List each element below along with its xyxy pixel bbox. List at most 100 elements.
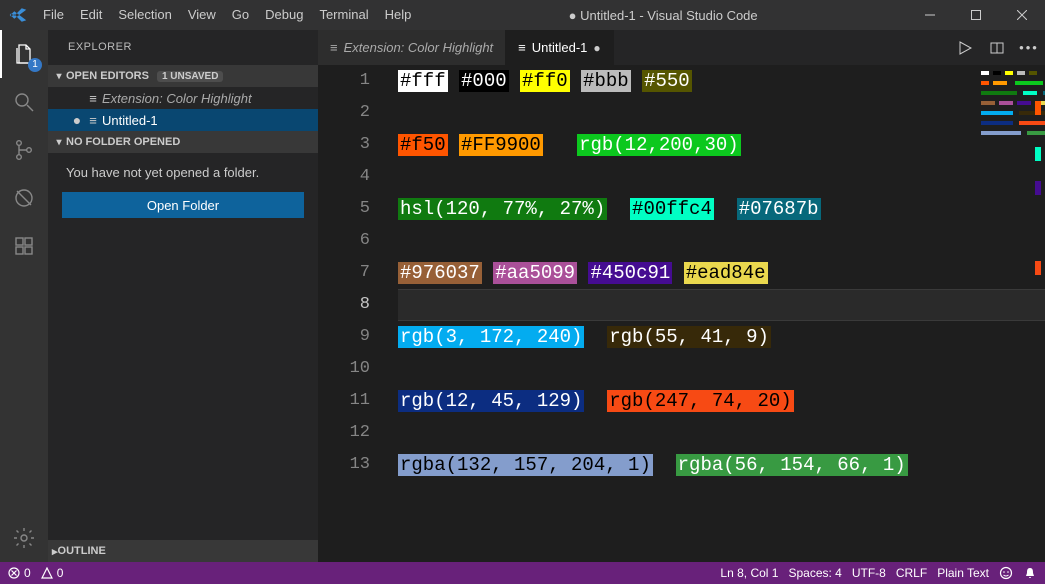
menu-edit[interactable]: Edit (72, 0, 110, 30)
open-editor-untitled[interactable]: ● ≡ Untitled-1 (48, 109, 318, 131)
search-activity[interactable] (0, 78, 48, 126)
color-token: #bbb (581, 70, 631, 92)
window-title: ● Untitled-1 - Visual Studio Code (419, 8, 907, 23)
gutter: 12345678910111213 (318, 65, 398, 562)
color-token: rgb(12,200,30) (577, 134, 741, 156)
color-token: rgb(55, 41, 9) (607, 326, 771, 348)
source-control-activity[interactable] (0, 126, 48, 174)
outline-header[interactable]: ▸ OUTLINE (48, 540, 318, 562)
tab-untitled[interactable]: ≡ Untitled-1 ● (506, 30, 613, 65)
menu-file[interactable]: File (35, 0, 72, 30)
sidebar-title: EXPLORER (48, 30, 318, 65)
statusbar: 0 0 Ln 8, Col 1 Spaces: 4 UTF-8 CRLF Pla… (0, 562, 1045, 584)
code-body[interactable]: #fff #000 #ff0 #bbb #550 #f50 #FF9900 rgb… (398, 65, 1045, 562)
run-icon[interactable] (949, 30, 981, 65)
color-token: hsl(120, 77%, 27%) (398, 198, 607, 220)
color-token: #f50 (398, 134, 448, 156)
vscode-logo (0, 6, 35, 24)
menu-go[interactable]: Go (224, 0, 257, 30)
open-editors-label: OPEN EDITORS (66, 70, 149, 82)
minimize-button[interactable] (907, 0, 953, 30)
editor-area: ≡ Extension: Color Highlight ≡ Untitled-… (318, 30, 1045, 562)
activitybar: 1 (0, 30, 48, 562)
status-errors[interactable]: 0 (8, 566, 31, 580)
sidebar: EXPLORER ▾ OPEN EDITORS 1 UNSAVED ≡ Exte… (48, 30, 318, 562)
warnings-count: 0 (57, 566, 64, 580)
open-editor-extension[interactable]: ≡ Extension: Color Highlight (48, 87, 318, 109)
tabbar: ≡ Extension: Color Highlight ≡ Untitled-… (318, 30, 1045, 65)
status-bell-icon[interactable] (1023, 566, 1037, 580)
debug-activity[interactable] (0, 174, 48, 222)
editor[interactable]: 12345678910111213 #fff #000 #ff0 #bbb #5… (318, 65, 1045, 562)
color-token: #ead84e (684, 262, 768, 284)
status-language[interactable]: Plain Text (937, 566, 989, 580)
dirty-icon: ● (593, 41, 600, 55)
maximize-button[interactable] (953, 0, 999, 30)
split-editor-icon[interactable] (981, 30, 1013, 65)
tab-extension-label: Extension: Color Highlight (344, 40, 494, 55)
code-line[interactable]: #976037 #aa5099 #450c91 #ead84e (398, 257, 1045, 289)
code-line[interactable] (398, 225, 1045, 257)
more-icon[interactable]: ••• (1013, 30, 1045, 65)
color-token: #07687b (737, 198, 821, 220)
color-token: #ff0 (520, 70, 570, 92)
no-folder-message: You have not yet opened a folder. (48, 153, 318, 192)
status-ln-col[interactable]: Ln 8, Col 1 (720, 566, 778, 580)
menu-selection[interactable]: Selection (110, 0, 179, 30)
menu-help[interactable]: Help (377, 0, 420, 30)
dirty-icon: ● (70, 112, 84, 128)
color-token: rgb(3, 172, 240) (398, 326, 584, 348)
color-token: #976037 (398, 262, 482, 284)
status-encoding[interactable]: UTF-8 (852, 566, 886, 580)
color-token: #fff (398, 70, 448, 92)
minimap[interactable] (981, 65, 1027, 562)
errors-count: 0 (24, 566, 31, 580)
titlebar: FileEditSelectionViewGoDebugTerminalHelp… (0, 0, 1045, 30)
code-line[interactable] (398, 353, 1045, 385)
code-line[interactable] (398, 417, 1045, 449)
close-button[interactable] (999, 0, 1045, 30)
explorer-badge: 1 (28, 58, 42, 72)
status-eol[interactable]: CRLF (896, 566, 927, 580)
code-line[interactable]: hsl(120, 77%, 27%) #00ffc4 #07687b (398, 193, 1045, 225)
unsaved-badge: 1 UNSAVED (157, 71, 224, 82)
chevron-down-icon: ▾ (52, 137, 66, 148)
color-token: rgb(247, 74, 20) (607, 390, 793, 412)
code-line[interactable]: rgb(3, 172, 240) rgb(55, 41, 9) (398, 321, 1045, 353)
tab-extension[interactable]: ≡ Extension: Color Highlight (318, 30, 506, 65)
menu-debug[interactable]: Debug (257, 0, 311, 30)
outline-label: OUTLINE (58, 545, 106, 557)
code-line[interactable]: #fff #000 #ff0 #bbb #550 (398, 65, 1045, 97)
status-warnings[interactable]: 0 (41, 566, 64, 580)
chevron-down-icon: ▾ (52, 71, 66, 82)
settings-gear-icon[interactable] (0, 514, 48, 562)
no-folder-header[interactable]: ▾ NO FOLDER OPENED (48, 131, 318, 153)
open-editors-header[interactable]: ▾ OPEN EDITORS 1 UNSAVED (48, 65, 318, 87)
file-icon: ≡ (518, 40, 526, 55)
scrollbar[interactable] (1031, 65, 1045, 562)
color-token: #000 (459, 70, 509, 92)
code-line[interactable]: #f50 #FF9900 rgb(12,200,30) (398, 129, 1045, 161)
open-folder-button[interactable]: Open Folder (62, 192, 304, 218)
menu-view[interactable]: View (180, 0, 224, 30)
list-icon: ≡ (84, 91, 102, 106)
color-token: #aa5099 (493, 262, 577, 284)
status-feedback-icon[interactable] (999, 566, 1013, 580)
code-line[interactable] (398, 97, 1045, 129)
code-line[interactable] (398, 289, 1045, 321)
color-token: #550 (642, 70, 692, 92)
tab-untitled-label: Untitled-1 (532, 40, 588, 55)
status-spaces[interactable]: Spaces: 4 (788, 566, 841, 580)
code-line[interactable]: rgba(132, 157, 204, 1) rgba(56, 154, 66,… (398, 449, 1045, 481)
list-icon: ≡ (330, 40, 338, 55)
color-token: #00ffc4 (630, 198, 714, 220)
open-editor-ext-label: Extension: Color Highlight (102, 91, 252, 106)
color-token: rgba(56, 154, 66, 1) (676, 454, 908, 476)
extensions-activity[interactable] (0, 222, 48, 270)
menubar: FileEditSelectionViewGoDebugTerminalHelp (35, 0, 419, 30)
menu-terminal[interactable]: Terminal (311, 0, 376, 30)
code-line[interactable] (398, 161, 1045, 193)
explorer-activity[interactable]: 1 (0, 30, 48, 78)
file-icon: ≡ (84, 113, 102, 128)
code-line[interactable]: rgb(12, 45, 129) rgb(247, 74, 20) (398, 385, 1045, 417)
